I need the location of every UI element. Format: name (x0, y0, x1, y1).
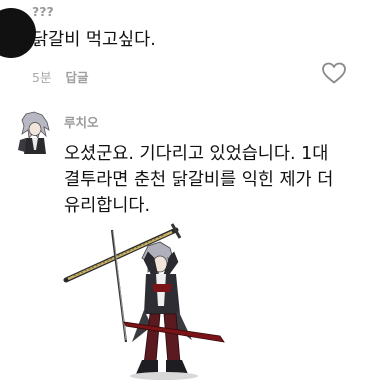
character-sprite-image (63, 223, 225, 380)
comment-text-line: 결투라면 춘천 닭갈비를 익힌 제가 더 (64, 170, 334, 190)
heart-icon[interactable] (321, 61, 347, 85)
avatar[interactable] (16, 110, 52, 156)
comment-text: 닭갈비 먹고싶다. (32, 30, 156, 50)
comment-author[interactable]: ??? (32, 4, 54, 19)
comment-text-line: 유리합니다. (64, 196, 151, 216)
comment-time: 5분 (32, 70, 52, 85)
comment-text-line: 오셨군요. 기다리고 있었습니다. 1대 (64, 144, 329, 164)
reply-button[interactable]: 답글 (65, 70, 88, 85)
avatar[interactable] (0, 8, 36, 58)
comment-meta: 5분 답글 (32, 67, 88, 86)
comment-author[interactable]: 루치오 (64, 112, 99, 131)
